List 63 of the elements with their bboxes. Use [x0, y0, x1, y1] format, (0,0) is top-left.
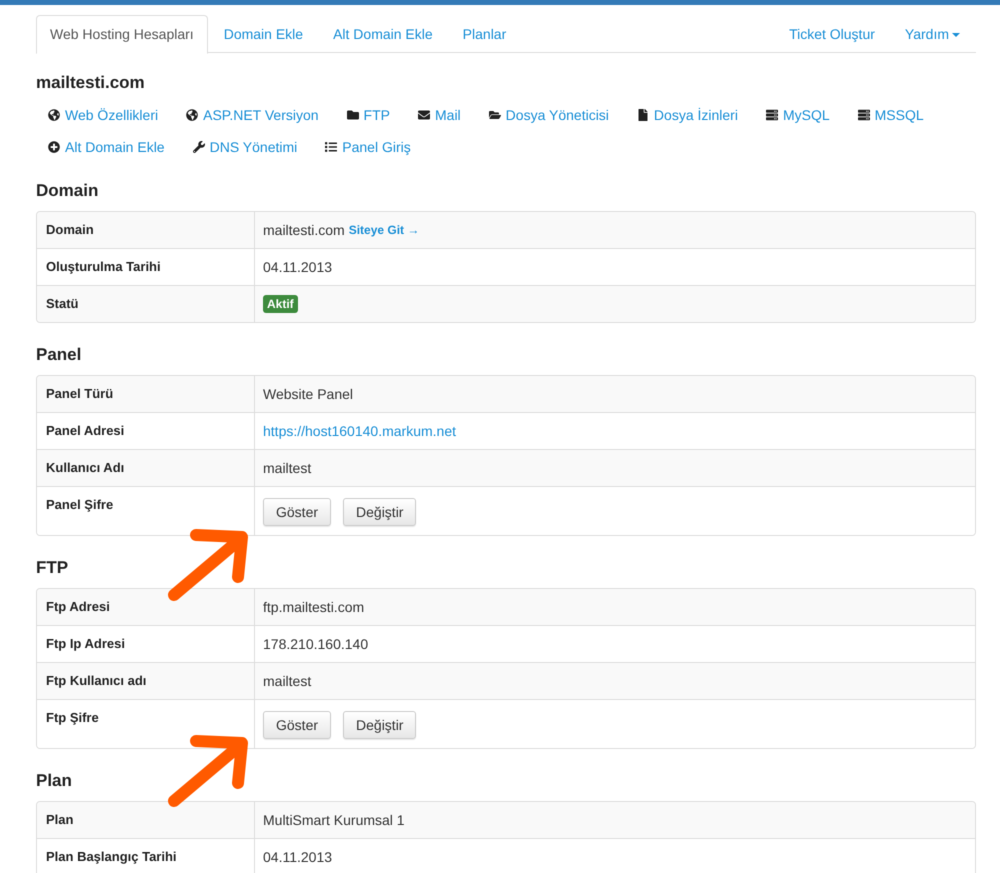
- wrench-icon: [192, 141, 205, 153]
- plus-icon: [48, 141, 60, 153]
- folder-open-icon: [488, 109, 501, 121]
- row-label: Ftp Ip Adresi: [45, 635, 126, 653]
- row-label: Panel Adresi: [45, 422, 126, 440]
- action-link[interactable]: Dosya İzinleri: [636, 107, 738, 123]
- row-label: Oluşturulma Tarihi: [45, 258, 162, 276]
- section-heading: Plan: [36, 771, 73, 791]
- server-icon: [766, 109, 778, 121]
- change-button[interactable]: Değiştir: [343, 498, 416, 526]
- nav-tab[interactable]: Web Hosting Hesapları: [36, 15, 208, 54]
- section-heading: FTP: [36, 558, 70, 578]
- show-button[interactable]: Göster: [263, 711, 332, 739]
- nav-tab[interactable]: Planlar: [448, 15, 520, 54]
- server-icon: [858, 109, 870, 121]
- folder-icon: [346, 109, 359, 121]
- visit-site-link[interactable]: Siteye Git →: [348, 223, 420, 237]
- action-link[interactable]: MySQL: [766, 107, 830, 123]
- field-value: mailtest: [263, 460, 312, 476]
- field-value: MultiSmart Kurumsal 1: [263, 812, 405, 828]
- caret-icon: [952, 33, 960, 38]
- file-icon: [636, 109, 649, 121]
- row-label: Ftp Adresi: [45, 598, 111, 616]
- action-link[interactable]: MSSQL: [858, 107, 924, 123]
- row-label: Ftp Kullanıcı adı: [45, 672, 148, 690]
- field-value: 178.210.160.140: [263, 636, 368, 652]
- row-label: Kullanıcı Adı: [45, 459, 126, 477]
- envelope-icon: [418, 109, 430, 121]
- action-link[interactable]: FTP: [346, 107, 390, 123]
- field-value: 04.11.2013: [263, 849, 332, 865]
- section-heading: Panel: [36, 345, 82, 365]
- row-label: Plan: [45, 811, 74, 829]
- row-label: Panel Şifre: [45, 496, 114, 514]
- row-label: Plan Başlangıç Tarihi: [45, 848, 178, 866]
- action-link[interactable]: Mail: [418, 107, 461, 123]
- globe-icon: [186, 109, 198, 121]
- action-link[interactable]: Panel Giriş: [325, 139, 411, 155]
- section-heading: Domain: [36, 181, 100, 201]
- status-badge: Aktif: [263, 295, 298, 313]
- field-value: mailtesti.com: [263, 222, 345, 238]
- field-value: ftp.mailtesti.com: [263, 599, 364, 615]
- change-button[interactable]: Değiştir: [343, 711, 416, 739]
- nav-tab[interactable]: Domain Ekle: [210, 15, 318, 54]
- nav-tab[interactable]: Alt Domain Ekle: [319, 15, 447, 54]
- action-link[interactable]: Alt Domain Ekle: [48, 139, 165, 155]
- action-link[interactable]: DNS Yönetimi: [192, 139, 298, 155]
- panel-url-link[interactable]: https://host160140.markum.net: [263, 423, 456, 439]
- action-link[interactable]: Dosya Yöneticisi: [488, 107, 609, 123]
- nav-link[interactable]: Ticket Oluştur: [775, 15, 889, 54]
- field-value: 04.11.2013: [263, 259, 332, 275]
- field-value: mailtest: [263, 673, 312, 689]
- domain-title: mailtesti.com: [36, 73, 146, 93]
- action-link[interactable]: Web Özellikleri: [48, 107, 158, 123]
- show-button[interactable]: Göster: [263, 498, 332, 526]
- help-dropdown[interactable]: Yardım: [890, 15, 974, 54]
- row-label: Panel Türü: [45, 385, 114, 403]
- row-label: Ftp Şifre: [45, 709, 100, 727]
- field-value: Website Panel: [263, 386, 354, 402]
- row-label: Domain: [45, 221, 95, 239]
- list-icon: [325, 141, 338, 153]
- action-link[interactable]: ASP.NET Versiyon: [186, 107, 319, 123]
- row-label: Statü: [45, 295, 80, 313]
- globe-icon: [48, 109, 60, 121]
